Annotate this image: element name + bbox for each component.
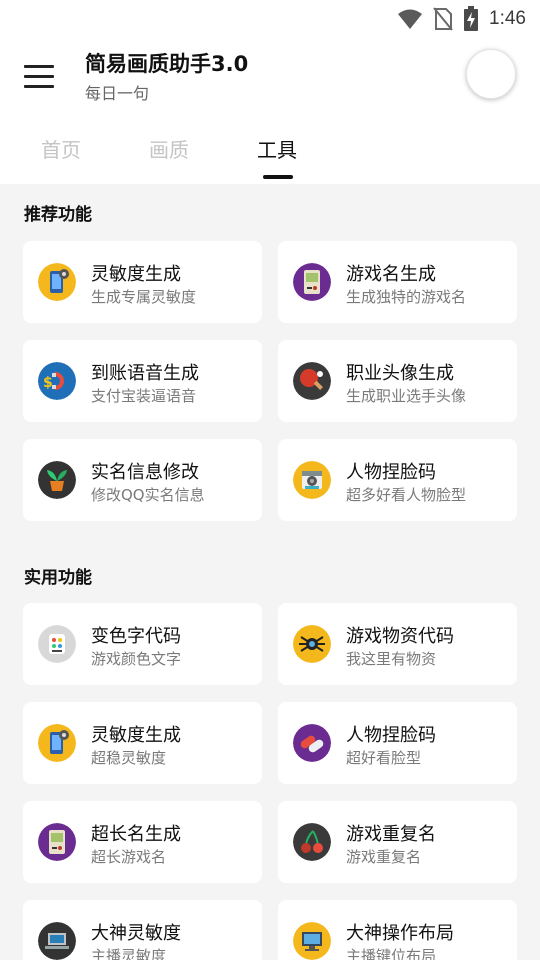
card-title: 超长名生成 [91,824,181,845]
card-face-code-2[interactable]: 人物捏脸码 超好看脸型 [278,702,517,784]
card-subtitle: 超稳灵敏度 [91,749,167,767]
ping-pong-icon [293,362,331,400]
camera-icon [293,461,331,499]
app-title: 简易画质助手3.0 [85,52,249,76]
card-realname-edit[interactable]: 实名信息修改 修改QQ实名信息 [23,439,262,521]
app-header: 简易画质助手3.0 每日一句 首页 画质 工具 [0,38,540,184]
section-title-recommended: 推荐功能 [24,205,92,225]
card-color-text-code[interactable]: 变色字代码 游戏颜色文字 [23,603,262,685]
wifi-icon [397,8,423,30]
cherry-icon [293,823,331,861]
card-subtitle: 超好看脸型 [346,749,422,767]
card-title: 灵敏度生成 [91,725,181,746]
card-pro-layout[interactable]: 大神操作布局 主播键位布局 [278,900,517,960]
laptop-icon [38,922,76,960]
card-subtitle: 主播灵敏度 [91,947,167,960]
card-title: 变色字代码 [91,626,181,647]
card-subtitle: 超长游戏名 [91,848,167,866]
spider-icon [293,625,331,663]
hamburger-menu-icon[interactable] [24,58,60,94]
card-subtitle: 我这里有物资 [346,650,437,668]
daily-quote: 每日一句 [85,84,150,103]
card-game-supplies-code[interactable]: 游戏物资代码 我这里有物资 [278,603,517,685]
plant-pot-icon [38,461,76,499]
card-subtitle: 超多好看人物脸型 [346,486,467,504]
monitor-icon [293,922,331,960]
no-sim-icon [433,7,453,31]
tab-bar: 首页 画质 工具 [0,134,540,184]
card-pro-avatar-generator[interactable]: 职业头像生成 生成职业选手头像 [278,340,517,422]
pills-icon [293,724,331,762]
section-title-utility: 实用功能 [24,568,92,588]
card-game-name-generator[interactable]: 游戏名生成 生成独特的游戏名 [278,241,517,323]
card-subtitle: 生成职业选手头像 [346,387,467,405]
status-bar: 1:46 [0,0,540,38]
card-sensitivity-generator[interactable]: 灵敏度生成 生成专属灵敏度 [23,241,262,323]
card-title: 灵敏度生成 [91,264,181,285]
card-payment-voice-generator[interactable]: $ 到账语音生成 支付宝装逼语音 [23,340,262,422]
card-face-code[interactable]: 人物捏脸码 超多好看人物脸型 [278,439,517,521]
card-subtitle: 修改QQ实名信息 [91,486,205,504]
card-subtitle: 生成专属灵敏度 [91,288,197,306]
color-palette-icon [38,625,76,663]
card-title: 人物捏脸码 [346,462,436,483]
card-subtitle: 游戏重复名 [346,848,422,866]
card-subtitle: 支付宝装逼语音 [91,387,197,405]
phone-gear-icon [38,724,76,762]
phone-gear-icon [38,263,76,301]
card-title: 大神灵敏度 [91,923,181,944]
card-title: 游戏重复名 [346,824,436,845]
status-time: 1:46 [489,8,526,29]
card-title: 游戏名生成 [346,264,436,285]
card-title: 大神操作布局 [346,923,454,944]
card-title: 到账语音生成 [91,363,199,384]
money-magnet-icon: $ [38,362,76,400]
gameboy-icon [38,823,76,861]
tab-tools[interactable]: 工具 [257,134,297,163]
card-title: 实名信息修改 [91,462,199,483]
avatar[interactable] [466,49,516,99]
card-sensitivity-generator-2[interactable]: 灵敏度生成 超稳灵敏度 [23,702,262,784]
card-duplicate-name[interactable]: 游戏重复名 游戏重复名 [278,801,517,883]
battery-charging-icon [463,6,479,32]
card-pro-sensitivity[interactable]: 大神灵敏度 主播灵敏度 [23,900,262,960]
card-subtitle: 主播键位布局 [346,947,437,960]
card-long-name-generator[interactable]: 超长名生成 超长游戏名 [23,801,262,883]
card-title: 人物捏脸码 [346,725,436,746]
card-subtitle: 游戏颜色文字 [91,650,182,668]
gameboy-icon [293,263,331,301]
card-title: 职业头像生成 [346,363,454,384]
card-title: 游戏物资代码 [346,626,454,647]
tab-quality[interactable]: 画质 [149,134,189,163]
svg-text:$: $ [43,375,53,391]
tab-indicator [263,175,293,179]
card-subtitle: 生成独特的游戏名 [346,288,467,306]
tab-home[interactable]: 首页 [41,134,81,163]
